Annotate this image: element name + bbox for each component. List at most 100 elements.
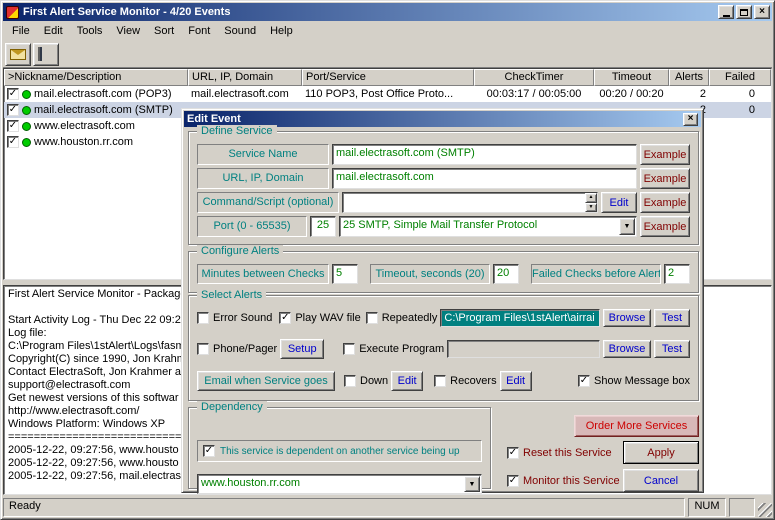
- table-row[interactable]: ✓ mail.electrasoft.com (POP3) mail.elect…: [4, 86, 771, 102]
- command-script-input[interactable]: [342, 192, 598, 213]
- show-message-box-checkbox[interactable]: ✓ Show Message box: [578, 375, 690, 387]
- wav-test-button[interactable]: Test: [654, 309, 690, 327]
- apply-button[interactable]: Apply: [623, 441, 699, 464]
- menu-font[interactable]: Font: [181, 23, 217, 39]
- exec-test-button[interactable]: Test: [654, 340, 690, 358]
- close-button[interactable]: ×: [754, 5, 770, 19]
- num-lock-indicator: NUM: [688, 498, 726, 517]
- dependency-checkbox[interactable]: ✓: [203, 445, 215, 457]
- timeout-seconds-label: Timeout, seconds (20): [370, 264, 490, 284]
- minimize-icon: [723, 15, 730, 17]
- email-recovers-checkbox[interactable]: Recovers: [434, 375, 496, 387]
- close-icon: ×: [759, 7, 765, 17]
- spin-up-icon[interactable]: ▲: [585, 193, 597, 203]
- minimize-button[interactable]: [718, 5, 734, 19]
- column-header-checktimer[interactable]: CheckTimer: [474, 69, 594, 86]
- row-checkbox[interactable]: ✓: [7, 136, 19, 148]
- port-example-button[interactable]: Example: [640, 216, 690, 237]
- printer-icon: [38, 48, 54, 60]
- email-down-edit-button[interactable]: Edit: [391, 371, 423, 391]
- row-port: 110 POP3, Post Office Proto...: [302, 88, 474, 100]
- menu-sound[interactable]: Sound: [217, 23, 263, 39]
- menu-file[interactable]: File: [5, 23, 37, 39]
- menu-tools[interactable]: Tools: [70, 23, 110, 39]
- row-nickname: www.electrasoft.com: [34, 120, 135, 132]
- row-nickname: www.houston.rr.com: [34, 136, 133, 148]
- dependency-combobox[interactable]: www.houston.rr.com ▼: [197, 474, 482, 494]
- port-input[interactable]: 25: [310, 216, 336, 237]
- dropdown-button[interactable]: ▼: [619, 218, 635, 235]
- column-header-nickname[interactable]: >Nickname/Description: [4, 69, 188, 86]
- menu-edit[interactable]: Edit: [37, 23, 70, 39]
- check-icon: ✓: [509, 476, 517, 486]
- execute-program-label: Execute Program: [359, 343, 444, 355]
- failed-checks-input[interactable]: 2: [664, 264, 690, 284]
- row-checkbox[interactable]: ✓: [7, 88, 19, 100]
- row-timeout: 00:20 / 00:20: [594, 88, 669, 100]
- menu-bar: File Edit Tools View Sort Font Sound Hel…: [3, 21, 772, 41]
- maximize-button[interactable]: [736, 5, 752, 19]
- pager-setup-button[interactable]: Setup: [280, 339, 324, 359]
- order-more-services-button[interactable]: Order More Services: [574, 415, 699, 437]
- mail-toolbar-button[interactable]: [5, 43, 31, 66]
- column-header-timeout[interactable]: Timeout: [594, 69, 669, 86]
- command-spinner[interactable]: ▲ ▼: [585, 193, 597, 212]
- minutes-input[interactable]: 5: [332, 264, 358, 284]
- command-example-button[interactable]: Example: [640, 192, 690, 213]
- wav-path-input[interactable]: C:\Program Files\1stAlert\airrai: [440, 309, 600, 327]
- row-checkbox[interactable]: ✓: [7, 104, 19, 116]
- column-header-failed[interactable]: Failed: [709, 69, 771, 86]
- status-up-icon: [22, 138, 31, 147]
- url-label: URL, IP, Domain: [197, 168, 329, 189]
- column-header-alerts[interactable]: Alerts: [669, 69, 709, 86]
- menu-help[interactable]: Help: [263, 23, 300, 39]
- row-checkbox[interactable]: ✓: [7, 120, 19, 132]
- dependency-option: ✓ This service is dependent on another s…: [197, 440, 482, 462]
- monitor-this-service-label: Monitor this Service: [523, 475, 620, 487]
- repeatedly-checkbox[interactable]: Repeatedly: [366, 312, 438, 324]
- timeout-input[interactable]: 20: [493, 264, 519, 284]
- execute-program-checkbox[interactable]: Execute Program: [343, 343, 444, 355]
- row-failed: 0: [709, 88, 771, 100]
- command-edit-button[interactable]: Edit: [601, 192, 637, 213]
- url-input[interactable]: mail.electrasoft.com: [332, 168, 637, 189]
- column-header-port[interactable]: Port/Service: [302, 69, 474, 86]
- row-url: mail.electrasoft.com: [188, 88, 302, 100]
- check-icon: ✓: [9, 121, 17, 131]
- phone-pager-checkbox[interactable]: Phone/Pager: [197, 343, 277, 355]
- menu-sort[interactable]: Sort: [147, 23, 181, 39]
- wav-browse-button[interactable]: Browse: [603, 309, 651, 327]
- recovers-label: Recovers: [450, 375, 496, 387]
- monitor-this-service-checkbox[interactable]: ✓ Monitor this Service: [507, 475, 620, 487]
- checkbox-box: [343, 343, 355, 355]
- print-toolbar-button[interactable]: [33, 43, 59, 66]
- play-wav-checkbox[interactable]: ✓ Play WAV file: [279, 312, 360, 324]
- execute-program-input[interactable]: [447, 340, 600, 358]
- error-sound-checkbox[interactable]: Error Sound: [197, 312, 272, 324]
- port-service-combobox[interactable]: 25 SMTP, Simple Mail Transfer Protocol ▼: [339, 216, 637, 237]
- dropdown-button[interactable]: ▼: [464, 476, 480, 492]
- service-name-example-button[interactable]: Example: [640, 144, 690, 165]
- status-up-icon: [22, 122, 31, 131]
- edit-event-dialog: Edit Event × Define Service Service Name…: [181, 108, 704, 493]
- configure-alerts-group: Configure Alerts Minutes between Checks …: [188, 251, 699, 293]
- checkbox-box: [197, 312, 209, 324]
- checkbox-box: [197, 343, 209, 355]
- minutes-between-checks-label: Minutes between Checks: [197, 264, 329, 284]
- dialog-title: Edit Event: [187, 113, 683, 125]
- url-example-button[interactable]: Example: [640, 168, 690, 189]
- email-recovers-edit-button[interactable]: Edit: [500, 371, 532, 391]
- menu-view[interactable]: View: [109, 23, 147, 39]
- group-legend: Define Service: [197, 125, 277, 137]
- dialog-close-button[interactable]: ×: [683, 113, 698, 126]
- email-down-checkbox[interactable]: Down: [344, 375, 388, 387]
- email-when-service-goes-button[interactable]: Email when Service goes: [197, 371, 335, 391]
- column-header-url[interactable]: URL, IP, Domain: [188, 69, 302, 86]
- spin-down-icon[interactable]: ▼: [585, 203, 597, 213]
- resize-grip[interactable]: [758, 503, 772, 517]
- reset-this-service-checkbox[interactable]: ✓ Reset this Service: [507, 447, 612, 459]
- cancel-button[interactable]: Cancel: [623, 469, 699, 492]
- service-name-input[interactable]: mail.electrasoft.com (SMTP): [332, 144, 637, 165]
- exec-browse-button[interactable]: Browse: [603, 340, 651, 358]
- reset-this-service-label: Reset this Service: [523, 447, 612, 459]
